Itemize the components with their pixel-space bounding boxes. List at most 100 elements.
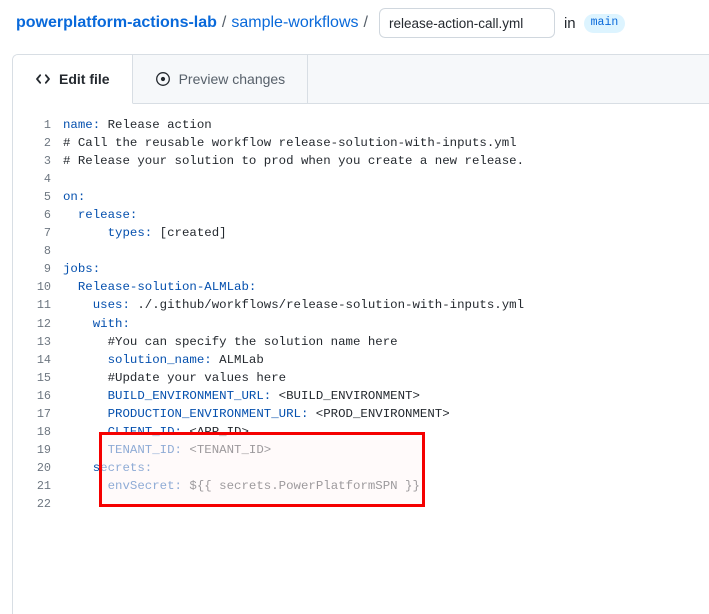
- breadcrumb-folder-link[interactable]: sample-workflows: [231, 14, 358, 32]
- code-line-text: TENANT_ID: <TENANT_ID>: [63, 441, 709, 459]
- code-line: 21 envSecret: ${{ secrets.PowerPlatformS…: [13, 477, 709, 495]
- line-number: 19: [13, 441, 63, 459]
- tab-edit-file[interactable]: Edit file: [13, 55, 133, 104]
- code-line: 14 solution_name: ALMLab: [13, 351, 709, 369]
- code-line: 5on:: [13, 188, 709, 206]
- code-line-text: # Call the reusable workflow release-sol…: [63, 134, 709, 152]
- code-line: 7 types: [created]: [13, 224, 709, 242]
- code-icon: [35, 71, 51, 87]
- code-line: 13 #You can specify the solution name he…: [13, 333, 709, 351]
- file-editor-panel: Edit file Preview changes 1name: Release…: [12, 54, 709, 614]
- code-line: 22: [13, 495, 709, 513]
- breadcrumb-repo-link[interactable]: powerplatform-actions-lab: [16, 14, 217, 32]
- line-number: 6: [13, 206, 63, 224]
- code-token: on:: [63, 190, 85, 204]
- code-token: types:: [63, 226, 152, 240]
- code-line: 15 #Update your values here: [13, 369, 709, 387]
- code-token: <TENANT_ID>: [182, 443, 271, 457]
- line-number: 5: [13, 188, 63, 206]
- code-editor[interactable]: 1name: Release action2# Call the reusabl…: [13, 104, 709, 614]
- code-token: TENANT_ID:: [63, 443, 182, 457]
- code-token: envSecret:: [63, 479, 182, 493]
- code-line-text: BUILD_ENVIRONMENT_URL: <BUILD_ENVIRONMEN…: [63, 387, 709, 405]
- code-line: 18 CLIENT_ID: <APP_ID>: [13, 423, 709, 441]
- code-token: secrets:: [63, 461, 152, 475]
- line-number: 11: [13, 296, 63, 314]
- code-token: Release action: [100, 118, 212, 132]
- line-number: 16: [13, 387, 63, 405]
- line-number: 21: [13, 477, 63, 495]
- filename-input[interactable]: [379, 8, 555, 38]
- code-token: <BUILD_ENVIRONMENT>: [271, 389, 420, 403]
- code-lines: 1name: Release action2# Call the reusabl…: [13, 116, 709, 513]
- code-line: 2# Call the reusable workflow release-so…: [13, 134, 709, 152]
- code-line: 1name: Release action: [13, 116, 709, 134]
- code-line: 3# Release your solution to prod when yo…: [13, 152, 709, 170]
- code-token: ./.github/workflows/release-solution-wit…: [130, 298, 524, 312]
- code-token: # Call the reusable workflow release-sol…: [63, 136, 517, 150]
- tab-preview-changes-label: Preview changes: [179, 71, 286, 87]
- line-number: 9: [13, 260, 63, 278]
- line-number: 22: [13, 495, 63, 513]
- code-line-text: solution_name: ALMLab: [63, 351, 709, 369]
- line-number: 8: [13, 242, 63, 260]
- branch-badge: main: [584, 14, 626, 33]
- line-number: 13: [13, 333, 63, 351]
- eye-icon: [155, 71, 171, 87]
- code-line-text: jobs:: [63, 260, 709, 278]
- code-line-text: envSecret: ${{ secrets.PowerPlatformSPN …: [63, 477, 709, 495]
- code-token: jobs:: [63, 262, 100, 276]
- code-line-text: # Release your solution to prod when you…: [63, 152, 709, 170]
- code-line-text: Release-solution-ALMLab:: [63, 278, 709, 296]
- line-number: 12: [13, 315, 63, 333]
- code-token: name:: [63, 118, 100, 132]
- code-token: # Release your solution to prod when you…: [63, 154, 524, 168]
- code-line-text: on:: [63, 188, 709, 206]
- code-line: 8: [13, 242, 709, 260]
- code-line: 16 BUILD_ENVIRONMENT_URL: <BUILD_ENVIRON…: [13, 387, 709, 405]
- code-token: ALMLab: [212, 353, 264, 367]
- line-number: 2: [13, 134, 63, 152]
- line-number: 1: [13, 116, 63, 134]
- code-line: 6 release:: [13, 206, 709, 224]
- code-line-text: #You can specify the solution name here: [63, 333, 709, 351]
- code-line: 11 uses: ./.github/workflows/release-sol…: [13, 296, 709, 314]
- code-token: <PROD_ENVIRONMENT>: [308, 407, 449, 421]
- code-token: #Update your values here: [63, 371, 286, 385]
- code-line: 19 TENANT_ID: <TENANT_ID>: [13, 441, 709, 459]
- code-token: PRODUCTION_ENVIRONMENT_URL:: [63, 407, 308, 421]
- tab-preview-changes[interactable]: Preview changes: [133, 55, 309, 103]
- line-number: 10: [13, 278, 63, 296]
- code-token: solution_name:: [63, 353, 212, 367]
- code-line-text: with:: [63, 315, 709, 333]
- line-number: 3: [13, 152, 63, 170]
- code-line-text: PRODUCTION_ENVIRONMENT_URL: <PROD_ENVIRO…: [63, 405, 709, 423]
- code-line: 12 with:: [13, 315, 709, 333]
- line-number: 17: [13, 405, 63, 423]
- line-number: 15: [13, 369, 63, 387]
- breadcrumb-separator-2: /: [364, 14, 368, 32]
- code-line: 9jobs:: [13, 260, 709, 278]
- code-line-text: CLIENT_ID: <APP_ID>: [63, 423, 709, 441]
- tabbar-filler: [308, 55, 709, 103]
- line-number: 18: [13, 423, 63, 441]
- code-token: #You can specify the solution name here: [63, 335, 398, 349]
- code-line: 10 Release-solution-ALMLab:: [13, 278, 709, 296]
- line-number: 20: [13, 459, 63, 477]
- code-line: 20 secrets:: [13, 459, 709, 477]
- in-label: in: [564, 15, 576, 32]
- code-token: uses:: [63, 298, 130, 312]
- breadcrumb: powerplatform-actions-lab / sample-workf…: [0, 0, 709, 46]
- code-line-text: #Update your values here: [63, 369, 709, 387]
- code-token: [created]: [152, 226, 226, 240]
- code-token: Release-solution-ALMLab:: [63, 280, 256, 294]
- code-token: <APP_ID>: [182, 425, 249, 439]
- code-line: 17 PRODUCTION_ENVIRONMENT_URL: <PROD_ENV…: [13, 405, 709, 423]
- code-token: release:: [63, 208, 137, 222]
- code-line-text: release:: [63, 206, 709, 224]
- editor-tabbar: Edit file Preview changes: [13, 55, 709, 104]
- code-token: ${{ secrets.PowerPlatformSPN }}: [182, 479, 420, 493]
- line-number: 14: [13, 351, 63, 369]
- code-token: CLIENT_ID:: [63, 425, 182, 439]
- code-token: with:: [63, 317, 130, 331]
